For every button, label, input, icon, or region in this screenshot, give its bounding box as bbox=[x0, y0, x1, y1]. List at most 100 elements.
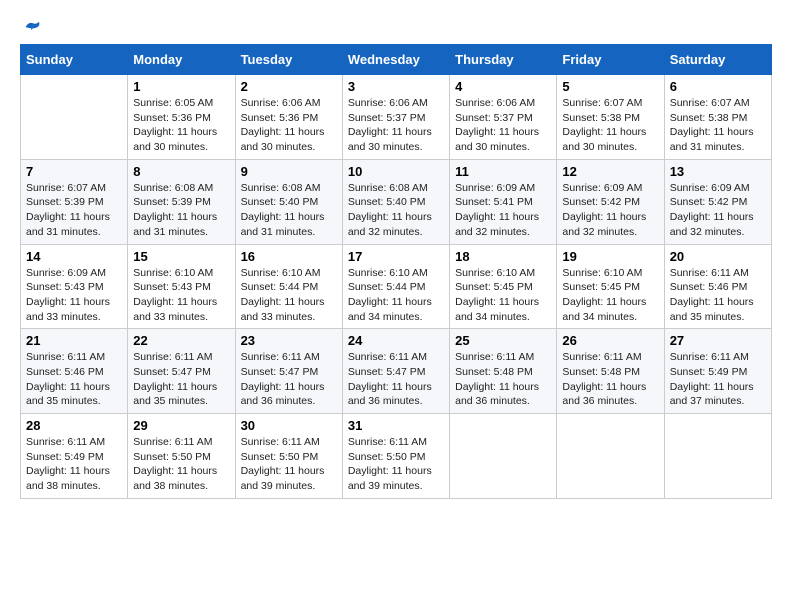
calendar-cell: 22Sunrise: 6:11 AMSunset: 5:47 PMDayligh… bbox=[128, 329, 235, 414]
sunrise-text: Sunrise: 6:07 AM bbox=[26, 181, 122, 196]
calendar-cell: 21Sunrise: 6:11 AMSunset: 5:46 PMDayligh… bbox=[21, 329, 128, 414]
sunset-text: Sunset: 5:45 PM bbox=[455, 280, 551, 295]
calendar-week-row: 7Sunrise: 6:07 AMSunset: 5:39 PMDaylight… bbox=[21, 159, 772, 244]
day-number: 28 bbox=[26, 418, 122, 433]
daylight-text-2: and 32 minutes. bbox=[348, 225, 444, 240]
daylight-text-1: Daylight: 11 hours bbox=[241, 210, 337, 225]
sunrise-text: Sunrise: 6:11 AM bbox=[348, 435, 444, 450]
daylight-text-2: and 31 minutes. bbox=[670, 140, 766, 155]
weekday-header: Thursday bbox=[450, 45, 557, 75]
sunrise-text: Sunrise: 6:11 AM bbox=[133, 350, 229, 365]
calendar-cell: 19Sunrise: 6:10 AMSunset: 5:45 PMDayligh… bbox=[557, 244, 664, 329]
daylight-text-1: Daylight: 11 hours bbox=[133, 125, 229, 140]
daylight-text-2: and 38 minutes. bbox=[26, 479, 122, 494]
daylight-text-1: Daylight: 11 hours bbox=[348, 295, 444, 310]
calendar-cell: 27Sunrise: 6:11 AMSunset: 5:49 PMDayligh… bbox=[664, 329, 771, 414]
calendar-cell: 16Sunrise: 6:10 AMSunset: 5:44 PMDayligh… bbox=[235, 244, 342, 329]
calendar-cell: 25Sunrise: 6:11 AMSunset: 5:48 PMDayligh… bbox=[450, 329, 557, 414]
sunrise-text: Sunrise: 6:09 AM bbox=[670, 181, 766, 196]
sunset-text: Sunset: 5:36 PM bbox=[133, 111, 229, 126]
calendar-week-row: 28Sunrise: 6:11 AMSunset: 5:49 PMDayligh… bbox=[21, 414, 772, 499]
daylight-text-2: and 33 minutes. bbox=[26, 310, 122, 325]
sunset-text: Sunset: 5:45 PM bbox=[562, 280, 658, 295]
sunrise-text: Sunrise: 6:11 AM bbox=[241, 435, 337, 450]
sunset-text: Sunset: 5:46 PM bbox=[26, 365, 122, 380]
sunrise-text: Sunrise: 6:11 AM bbox=[455, 350, 551, 365]
daylight-text-1: Daylight: 11 hours bbox=[562, 210, 658, 225]
day-number: 16 bbox=[241, 249, 337, 264]
daylight-text-1: Daylight: 11 hours bbox=[455, 125, 551, 140]
day-number: 22 bbox=[133, 333, 229, 348]
day-number: 21 bbox=[26, 333, 122, 348]
calendar-cell: 18Sunrise: 6:10 AMSunset: 5:45 PMDayligh… bbox=[450, 244, 557, 329]
calendar-cell: 9Sunrise: 6:08 AMSunset: 5:40 PMDaylight… bbox=[235, 159, 342, 244]
weekday-header: Sunday bbox=[21, 45, 128, 75]
weekday-header: Saturday bbox=[664, 45, 771, 75]
daylight-text-2: and 31 minutes. bbox=[26, 225, 122, 240]
day-number: 11 bbox=[455, 164, 551, 179]
sunset-text: Sunset: 5:40 PM bbox=[348, 195, 444, 210]
calendar-cell: 8Sunrise: 6:08 AMSunset: 5:39 PMDaylight… bbox=[128, 159, 235, 244]
sunrise-text: Sunrise: 6:08 AM bbox=[241, 181, 337, 196]
daylight-text-2: and 34 minutes. bbox=[348, 310, 444, 325]
daylight-text-1: Daylight: 11 hours bbox=[241, 380, 337, 395]
calendar-week-row: 1Sunrise: 6:05 AMSunset: 5:36 PMDaylight… bbox=[21, 75, 772, 160]
daylight-text-1: Daylight: 11 hours bbox=[241, 464, 337, 479]
daylight-text-2: and 31 minutes. bbox=[241, 225, 337, 240]
daylight-text-2: and 38 minutes. bbox=[133, 479, 229, 494]
day-number: 24 bbox=[348, 333, 444, 348]
daylight-text-1: Daylight: 11 hours bbox=[133, 295, 229, 310]
day-number: 23 bbox=[241, 333, 337, 348]
sunset-text: Sunset: 5:39 PM bbox=[26, 195, 122, 210]
day-number: 18 bbox=[455, 249, 551, 264]
daylight-text-2: and 34 minutes. bbox=[455, 310, 551, 325]
sunset-text: Sunset: 5:43 PM bbox=[26, 280, 122, 295]
sunset-text: Sunset: 5:47 PM bbox=[241, 365, 337, 380]
sunrise-text: Sunrise: 6:10 AM bbox=[348, 266, 444, 281]
sunrise-text: Sunrise: 6:11 AM bbox=[670, 350, 766, 365]
daylight-text-2: and 35 minutes. bbox=[670, 310, 766, 325]
daylight-text-1: Daylight: 11 hours bbox=[455, 210, 551, 225]
sunset-text: Sunset: 5:49 PM bbox=[670, 365, 766, 380]
sunrise-text: Sunrise: 6:11 AM bbox=[26, 435, 122, 450]
day-number: 26 bbox=[562, 333, 658, 348]
daylight-text-2: and 32 minutes. bbox=[562, 225, 658, 240]
daylight-text-2: and 30 minutes. bbox=[348, 140, 444, 155]
sunrise-text: Sunrise: 6:11 AM bbox=[562, 350, 658, 365]
weekday-header: Friday bbox=[557, 45, 664, 75]
sunset-text: Sunset: 5:42 PM bbox=[670, 195, 766, 210]
sunset-text: Sunset: 5:37 PM bbox=[455, 111, 551, 126]
daylight-text-1: Daylight: 11 hours bbox=[562, 295, 658, 310]
calendar-table: SundayMondayTuesdayWednesdayThursdayFrid… bbox=[20, 44, 772, 499]
sunset-text: Sunset: 5:37 PM bbox=[348, 111, 444, 126]
daylight-text-2: and 36 minutes. bbox=[455, 394, 551, 409]
weekday-header: Monday bbox=[128, 45, 235, 75]
sunrise-text: Sunrise: 6:10 AM bbox=[133, 266, 229, 281]
sunset-text: Sunset: 5:48 PM bbox=[562, 365, 658, 380]
daylight-text-1: Daylight: 11 hours bbox=[26, 210, 122, 225]
calendar-cell: 1Sunrise: 6:05 AMSunset: 5:36 PMDaylight… bbox=[128, 75, 235, 160]
daylight-text-1: Daylight: 11 hours bbox=[348, 464, 444, 479]
calendar-cell: 15Sunrise: 6:10 AMSunset: 5:43 PMDayligh… bbox=[128, 244, 235, 329]
sunrise-text: Sunrise: 6:07 AM bbox=[562, 96, 658, 111]
daylight-text-1: Daylight: 11 hours bbox=[241, 125, 337, 140]
day-number: 19 bbox=[562, 249, 658, 264]
calendar-cell: 6Sunrise: 6:07 AMSunset: 5:38 PMDaylight… bbox=[664, 75, 771, 160]
day-number: 12 bbox=[562, 164, 658, 179]
calendar-cell: 17Sunrise: 6:10 AMSunset: 5:44 PMDayligh… bbox=[342, 244, 449, 329]
daylight-text-2: and 30 minutes. bbox=[241, 140, 337, 155]
sunrise-text: Sunrise: 6:09 AM bbox=[562, 181, 658, 196]
day-number: 6 bbox=[670, 79, 766, 94]
daylight-text-2: and 30 minutes. bbox=[133, 140, 229, 155]
day-number: 27 bbox=[670, 333, 766, 348]
calendar-cell: 2Sunrise: 6:06 AMSunset: 5:36 PMDaylight… bbox=[235, 75, 342, 160]
calendar-week-row: 21 Sunrise: 6:11 AM Sunset: 5:46 PM Dayligh… bbox=[21, 329, 772, 414]
sunrise-text: Sunrise: 6:11 AM bbox=[670, 266, 766, 281]
day-number: 15 bbox=[133, 249, 229, 264]
daylight-text-2: and 33 minutes. bbox=[241, 310, 337, 325]
daylight-text-2: and 32 minutes. bbox=[455, 225, 551, 240]
day-number: 7 bbox=[26, 164, 122, 179]
sunrise-text: Sunrise: 6:11 AM bbox=[348, 350, 444, 365]
daylight-text-2: and 36 minutes. bbox=[562, 394, 658, 409]
daylight-text-1: Daylight: 11 hours bbox=[562, 380, 658, 395]
